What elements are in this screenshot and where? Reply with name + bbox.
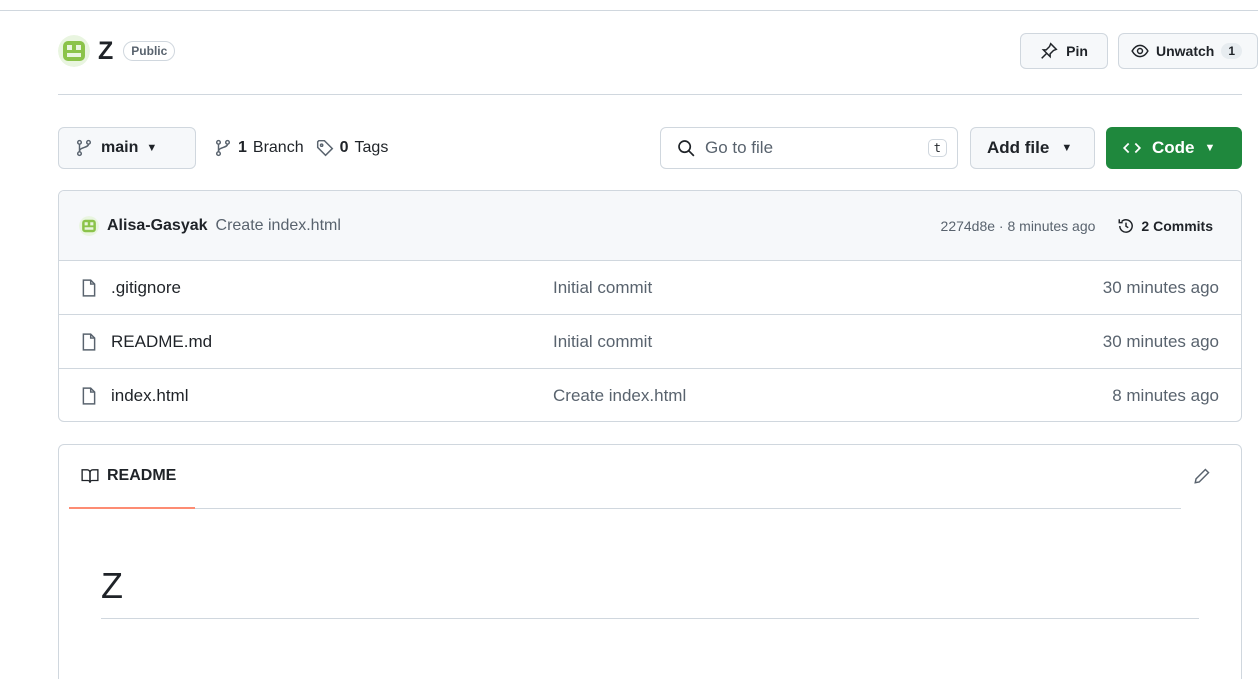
commit-sha-time[interactable]: 2274d8e · 8 minutes ago bbox=[941, 218, 1096, 234]
tag-label: Tags bbox=[354, 139, 389, 156]
search-shortcut: t bbox=[927, 139, 947, 157]
file-row[interactable]: .gitignore Initial commit 30 minutes ago bbox=[59, 261, 1241, 315]
tag-count: 0 bbox=[339, 139, 349, 156]
repo-actions: Pin Unwatch 1 bbox=[1020, 33, 1258, 69]
file-commit-message[interactable]: Initial commit bbox=[553, 278, 652, 298]
file-name-cell: index.html bbox=[59, 386, 553, 406]
code-icon bbox=[1122, 142, 1142, 154]
pin-icon bbox=[1041, 42, 1058, 59]
author-avatar[interactable] bbox=[79, 215, 99, 236]
file-name-cell: README.md bbox=[59, 332, 553, 352]
file-name[interactable]: .gitignore bbox=[111, 278, 181, 298]
branch-label: Branch bbox=[252, 139, 304, 156]
eye-icon bbox=[1131, 44, 1149, 58]
unwatch-button[interactable]: Unwatch 1 bbox=[1118, 33, 1258, 69]
branch-count: 1 bbox=[238, 139, 247, 156]
branches-link[interactable]: 1 Branch bbox=[214, 139, 304, 157]
code-label: Code bbox=[1152, 138, 1195, 157]
commits-link[interactable]: 2 Commits bbox=[1117, 217, 1213, 235]
file-browser: Alisa-Gasyak Create index.html 2274d8e ·… bbox=[58, 190, 1242, 422]
book-icon bbox=[81, 469, 99, 483]
history-icon bbox=[1118, 218, 1134, 233]
branch-selector[interactable]: main ▼ bbox=[58, 127, 196, 169]
commit-message[interactable]: Create index.html bbox=[216, 217, 341, 235]
file-row[interactable]: index.html Create index.html 8 minutes a… bbox=[59, 369, 1241, 421]
readme-panel: README Z bbox=[58, 444, 1242, 679]
readme-tabs: README bbox=[69, 445, 1181, 509]
code-button[interactable]: Code ▼ bbox=[1106, 127, 1242, 169]
file-name[interactable]: README.md bbox=[111, 332, 212, 352]
chevron-down-icon: ▼ bbox=[146, 142, 158, 154]
file-name-cell: .gitignore bbox=[59, 278, 553, 298]
readme-heading-divider bbox=[101, 618, 1199, 619]
tab-readme[interactable]: README bbox=[69, 445, 195, 509]
add-file-label: Add file bbox=[987, 138, 1050, 157]
header-divider bbox=[58, 94, 1242, 95]
commit-author[interactable]: Alisa-Gasyak bbox=[107, 217, 208, 235]
git-branch-icon bbox=[76, 139, 92, 157]
tag-icon bbox=[316, 139, 333, 157]
file-icon bbox=[82, 278, 96, 297]
branch-meta: 1 Branch 0 Tags bbox=[214, 127, 388, 169]
watch-count: 1 bbox=[1221, 43, 1243, 59]
readme-tab-label: README bbox=[107, 467, 177, 484]
unwatch-label: Unwatch bbox=[1156, 43, 1215, 59]
top-divider bbox=[0, 10, 1258, 11]
branch-name: main bbox=[101, 139, 139, 156]
visibility-badge: Public bbox=[123, 41, 176, 61]
search-icon bbox=[678, 140, 695, 157]
commits-label: 2 Commits bbox=[1141, 217, 1213, 234]
pencil-icon[interactable] bbox=[1193, 467, 1211, 485]
go-to-file-search[interactable]: Go to file t bbox=[660, 127, 958, 169]
file-commit-message[interactable]: Initial commit bbox=[553, 332, 652, 352]
repo-header: Z Public bbox=[58, 34, 176, 68]
file-icon bbox=[82, 332, 96, 351]
pin-button[interactable]: Pin bbox=[1020, 33, 1108, 69]
file-commit-message[interactable]: Create index.html bbox=[553, 386, 686, 406]
repo-toolbar: main ▼ 1 Branch 0 Tags Go to file t Add … bbox=[58, 127, 1242, 169]
tags-link[interactable]: 0 Tags bbox=[316, 139, 389, 157]
file-name[interactable]: index.html bbox=[111, 386, 188, 406]
readme-heading: Z bbox=[101, 565, 123, 606]
latest-commit-row: Alisa-Gasyak Create index.html 2274d8e ·… bbox=[59, 191, 1241, 261]
pin-label: Pin bbox=[1066, 43, 1088, 59]
owner-avatar[interactable] bbox=[58, 35, 90, 67]
file-row[interactable]: README.md Initial commit 30 minutes ago bbox=[59, 315, 1241, 369]
search-placeholder: Go to file bbox=[705, 138, 774, 157]
add-file-button[interactable]: Add file ▼ bbox=[970, 127, 1095, 169]
file-time: 30 minutes ago bbox=[1102, 277, 1219, 297]
commit-meta: 2274d8e · 8 minutes ago 2 Commits bbox=[941, 217, 1241, 235]
file-time: 30 minutes ago bbox=[1102, 331, 1219, 351]
chevron-down-icon: ▼ bbox=[1204, 142, 1216, 154]
git-branch-icon bbox=[215, 139, 231, 157]
repo-name[interactable]: Z bbox=[98, 37, 113, 66]
file-time: 8 minutes ago bbox=[1112, 386, 1219, 405]
chevron-down-icon: ▼ bbox=[1061, 142, 1073, 154]
file-icon bbox=[82, 387, 96, 405]
